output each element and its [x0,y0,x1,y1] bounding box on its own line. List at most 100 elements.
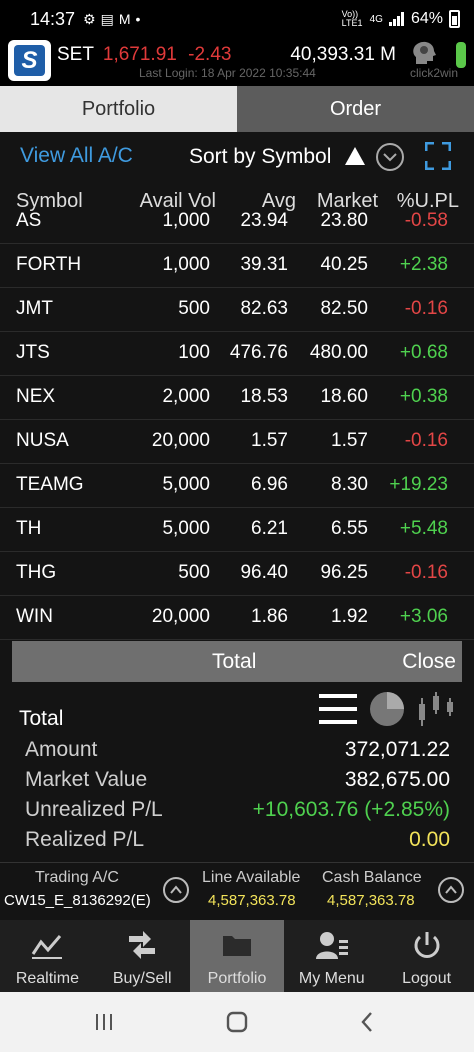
nav-label: Buy/Sell [112,970,172,987]
cell-upl: +3.06 [399,606,448,627]
nav-logout[interactable]: Logout [379,920,474,992]
folder-icon [222,936,251,956]
tab-portfolio[interactable]: Portfolio [0,86,237,132]
summary-value: 0.00 [409,828,450,851]
table-row[interactable]: THG 500 96.40 96.25 -0.16 [0,552,474,596]
cell-symbol: TEAMG [16,474,84,495]
cell-upl: -0.58 [404,210,448,231]
cell-upl: -0.16 [404,298,448,319]
candlestick-icon[interactable] [419,692,453,726]
cell-avail-vol: 5,000 [162,518,210,539]
summary-amount: Amount 372,071.22 [25,734,450,764]
summary-title: Total [19,707,64,730]
cell-avg: 39.31 [240,254,288,275]
line-available-value: 4,587,363.78 [208,892,296,909]
tab-order[interactable]: Order [237,86,474,132]
cell-avg: 82.63 [240,298,288,319]
back-icon[interactable] [360,1011,374,1033]
summary-label: Amount [25,738,98,761]
cell-avail-vol: 20,000 [151,606,210,627]
cell-market: 82.50 [320,298,368,319]
connection-indicator [456,42,466,68]
home-icon[interactable] [225,1010,249,1034]
cell-upl: -0.16 [404,562,448,583]
nav-realtime[interactable]: Realtime [0,920,95,992]
trading-account-value[interactable]: CW15_E_8136292(E) [4,892,151,909]
cell-avg: 1.57 [251,430,288,451]
table-row[interactable]: TEAMG 5,000 6.96 8.30 +19.23 [0,464,474,508]
nav-label: My Menu [298,970,365,987]
table-row[interactable]: NUSA 20,000 1.57 1.57 -0.16 [0,420,474,464]
user-menu-icon [315,932,348,959]
summary-label: Market Value [25,768,148,791]
dot-icon: • [135,11,141,27]
nav-buy-sell[interactable]: Buy/Sell [95,920,190,992]
recent-apps-icon[interactable] [94,1012,114,1032]
market-value: 40,393.31 M [290,44,396,65]
brain-head-icon[interactable] [410,40,438,66]
brand-label: click2win [410,66,459,80]
app-logo[interactable]: S [8,40,51,81]
table-row[interactable]: WIN 20,000 1.86 1.92 +3.06 [0,596,474,640]
table-row[interactable]: JMT 500 82.63 82.50 -0.16 [0,288,474,332]
table-row[interactable]: AS 1,000 23.94 23.80 -0.58 [0,210,474,244]
tab-bar: Portfolio Order [0,86,474,132]
table-row[interactable]: JTS 100 476.76 480.00 +0.68 [0,332,474,376]
list-icon[interactable] [319,694,357,724]
sort-ascending-icon[interactable] [344,146,366,166]
account-expand-button[interactable] [163,877,189,903]
total-bar: Total Close [12,641,462,682]
cell-avg: 476.76 [229,342,288,363]
system-navigation-bar [0,992,474,1052]
cash-balance-label: Cash Balance [322,869,422,886]
table-row[interactable]: TH 5,000 6.21 6.55 +5.48 [0,508,474,552]
volte-label: Vo)) LTE1 [341,9,363,28]
table-row[interactable]: FORTH 1,000 39.31 40.25 +2.38 [0,244,474,288]
cell-avg: 18.53 [240,386,288,407]
market-header: S SET 1,671.91 -2.43 40,393.31 M Last Lo… [0,38,474,86]
cell-symbol: TH [16,518,42,539]
view-all-accounts-link[interactable]: View All A/C [20,144,133,168]
cell-symbol: AS [16,210,42,231]
cell-symbol: NUSA [16,430,69,451]
cell-avail-vol: 2,000 [162,386,210,407]
cell-avg: 96.40 [240,562,288,583]
summary-realized-pl: Realized P/L 0.00 [25,824,450,854]
cell-upl: +0.38 [399,386,448,407]
cell-avail-vol: 1,000 [162,210,210,231]
nav-my-menu[interactable]: My Menu [284,920,379,992]
signal-icon [388,12,404,26]
battery-icon [449,10,460,28]
set-index: SET 1,671.91 -2.43 [57,44,231,66]
cell-market: 6.55 [331,518,368,539]
total-summary: Total Amount 372,071.22 Market Value 382… [0,690,474,858]
cell-avail-vol: 500 [178,298,210,319]
cell-market: 480.00 [309,342,368,363]
cell-avail-vol: 500 [178,562,210,583]
cell-upl: +0.68 [399,342,448,363]
pie-chart-icon[interactable] [370,692,404,726]
cell-upl: +19.23 [389,474,448,495]
cell-symbol: NEX [16,386,56,407]
close-total-button[interactable]: Close [402,650,456,674]
sort-dropdown-button[interactable] [376,143,404,171]
cell-upl: +5.48 [399,518,448,539]
nav-portfolio[interactable]: Portfolio [189,920,285,992]
index-change: -2.43 [188,44,232,65]
cell-market: 8.30 [331,474,368,495]
fullscreen-icon[interactable] [425,142,451,170]
table-row[interactable]: NEX 2,000 18.53 18.60 +0.38 [0,376,474,420]
news-icon: ▤ [100,10,114,27]
cell-avg: 1.86 [251,606,288,627]
summary-market-value: Market Value 382,675.00 [25,764,450,794]
balance-expand-button[interactable] [438,877,464,903]
buy-sell-arrows-icon [129,931,156,959]
cell-avail-vol: 1,000 [162,254,210,275]
sort-by-label[interactable]: Sort by Symbol [189,145,331,169]
cell-symbol: FORTH [16,254,82,275]
status-notification-icons: ⚙ ▤ M • [83,11,140,28]
status-time: 14:37 [30,8,76,29]
summary-label: Unrealized P/L [25,798,163,821]
cell-avg: 6.21 [251,518,288,539]
gear-icon: ⚙ [83,10,96,27]
